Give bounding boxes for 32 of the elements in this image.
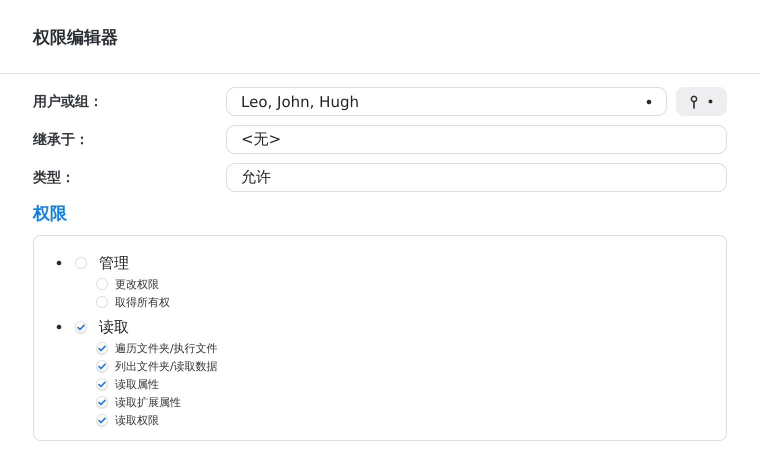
pin-icon — [690, 94, 698, 108]
input-field[interactable]: Leo, John, Hugh — [226, 87, 667, 116]
bullet-icon — [56, 260, 62, 266]
dropdown-dot-icon — [646, 98, 652, 104]
window-title: 权限编辑器 — [33, 27, 118, 49]
section-heading: 权限 — [33, 203, 68, 225]
pin-button[interactable] — [676, 87, 727, 116]
field-label: 继承于： — [33, 130, 90, 148]
permission-label: 遍历文件夹/执行文件 — [115, 340, 218, 356]
checkbox[interactable] — [96, 278, 108, 290]
checkbox[interactable] — [96, 360, 108, 372]
permission-label: 读取属性 — [115, 376, 159, 392]
checkbox[interactable] — [75, 257, 87, 269]
permission-label: 读取扩展属性 — [115, 394, 181, 410]
field-label: 类型： — [33, 168, 76, 186]
checkbox[interactable] — [96, 296, 108, 308]
permission-label: 管理 — [99, 254, 129, 272]
input-field[interactable]: 允许 — [226, 163, 727, 192]
checkbox[interactable] — [96, 414, 108, 426]
permission-label: 更改权限 — [115, 276, 159, 292]
permission-label: 列出文件夹/读取数据 — [115, 358, 218, 374]
checkbox[interactable] — [75, 321, 87, 333]
checkbox[interactable] — [96, 378, 108, 390]
permission-label: 取得所有权 — [115, 294, 170, 310]
checkbox[interactable] — [96, 396, 108, 408]
permission-label: 读取 — [99, 318, 129, 336]
checkbox[interactable] — [96, 342, 108, 354]
input-field[interactable]: <无> — [226, 125, 727, 154]
permission-label: 读取权限 — [115, 412, 159, 428]
field-label: 用户或组： — [33, 92, 104, 110]
dropdown-dot-icon — [708, 99, 713, 104]
bullet-icon — [56, 324, 62, 330]
